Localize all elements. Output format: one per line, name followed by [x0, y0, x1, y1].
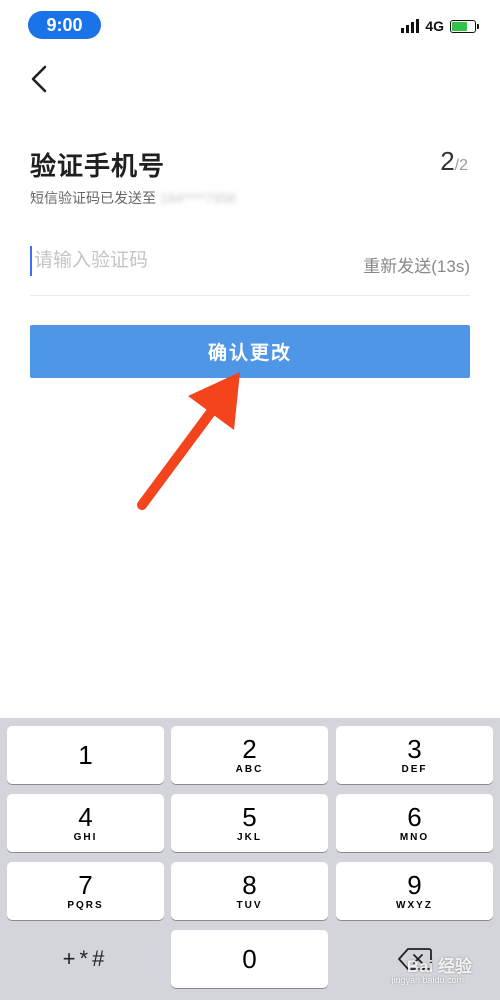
key-6[interactable]: 6 MNO: [336, 794, 493, 852]
key-letters: ABC: [235, 764, 264, 775]
verification-code-row: 重新发送(13s): [30, 238, 470, 296]
sms-sent-notice: 短信验证码已发送至 184****7956: [30, 188, 236, 208]
key-2[interactable]: 2 ABC: [171, 726, 328, 784]
key-letters: TUV: [236, 900, 263, 911]
step-indicator: 2/2: [440, 146, 468, 177]
text-caret: [30, 246, 32, 276]
sms-sent-label: 短信验证码已发送至: [30, 190, 156, 206]
page-title: 验证手机号: [30, 151, 166, 181]
key-1[interactable]: 1: [7, 726, 164, 784]
resend-code-button[interactable]: 重新发送(13s): [363, 252, 470, 277]
key-4[interactable]: 4 GHI: [7, 794, 164, 852]
annotation-arrow-icon: [137, 372, 240, 510]
key-letters: MNO: [399, 832, 430, 843]
key-digit: 9: [407, 870, 422, 900]
verification-code-input[interactable]: [34, 244, 334, 278]
key-digit: 0: [242, 944, 257, 974]
key-letters: JKL: [237, 832, 262, 843]
key-9[interactable]: 9 WXYZ: [336, 862, 493, 920]
status-indicators: 4G: [401, 18, 479, 34]
key-digit: 8: [242, 870, 257, 900]
key-digit: 5: [242, 802, 257, 832]
masked-phone-number: 184****7956: [160, 190, 237, 206]
back-button[interactable]: [26, 62, 56, 96]
key-symbols[interactable]: +*#: [7, 930, 164, 988]
step-total: /2: [454, 157, 468, 174]
key-5[interactable]: 5 JKL: [171, 794, 328, 852]
status-bar: 9:00 4G: [0, 0, 500, 50]
key-digit: 3: [407, 734, 422, 764]
key-letters: WXYZ: [396, 900, 433, 911]
key-3[interactable]: 3 DEF: [336, 726, 493, 784]
key-digit: 2: [242, 734, 257, 764]
battery-icon: [450, 19, 479, 33]
key-symbols-label: +*#: [62, 946, 109, 971]
baidu-watermark-url: jingyan.baidu.com: [391, 975, 464, 985]
key-digit: 4: [78, 802, 93, 832]
key-digit: 6: [407, 802, 422, 832]
key-0[interactable]: 0: [171, 930, 328, 988]
key-letters: PQRS: [67, 900, 104, 911]
key-letters: DEF: [401, 764, 428, 775]
signal-icon: [401, 19, 420, 33]
network-type: 4G: [425, 18, 444, 34]
battery-fill: [452, 21, 467, 31]
chevron-left-icon: [31, 65, 47, 93]
key-digit: 7: [78, 870, 93, 900]
step-current: 2: [440, 146, 455, 176]
key-7[interactable]: 7 PQRS: [7, 862, 164, 920]
key-letters: GHI: [73, 832, 98, 843]
baidu-watermark: Bai 经验: [406, 957, 472, 976]
key-8[interactable]: 8 TUV: [171, 862, 328, 920]
status-time: 9:00: [28, 11, 101, 39]
key-digit: 1: [78, 740, 93, 770]
